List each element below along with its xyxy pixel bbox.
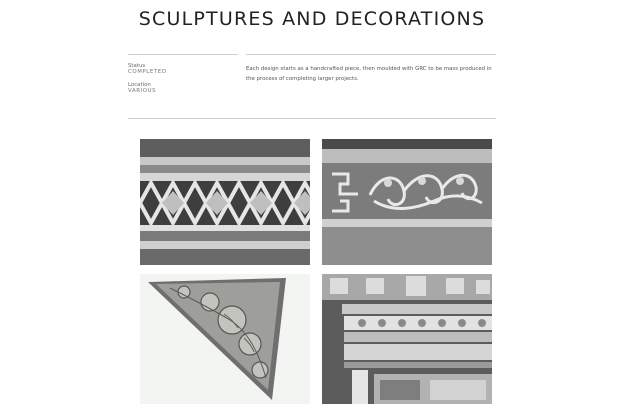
photo-scroll-ornament[interactable]: [322, 139, 492, 265]
project-page: SCULPTURES AND DECORATIONS Status COMPLE…: [0, 0, 640, 408]
page-title: SCULPTURES AND DECORATIONS: [138, 8, 486, 30]
photo-lattice-frieze[interactable]: [140, 139, 310, 265]
divider-left: [128, 54, 238, 55]
photo-floral-corner[interactable]: [140, 274, 310, 404]
location-value: VARIOUS: [128, 88, 157, 95]
project-description: Each design starts as a handcrafted piec…: [246, 66, 492, 82]
project-meta: Status COMPLETED Location VARIOUS: [128, 63, 238, 95]
divider-right: [246, 54, 496, 55]
divider-bottom: [128, 118, 496, 119]
photo-corbel-detail[interactable]: [322, 274, 492, 404]
